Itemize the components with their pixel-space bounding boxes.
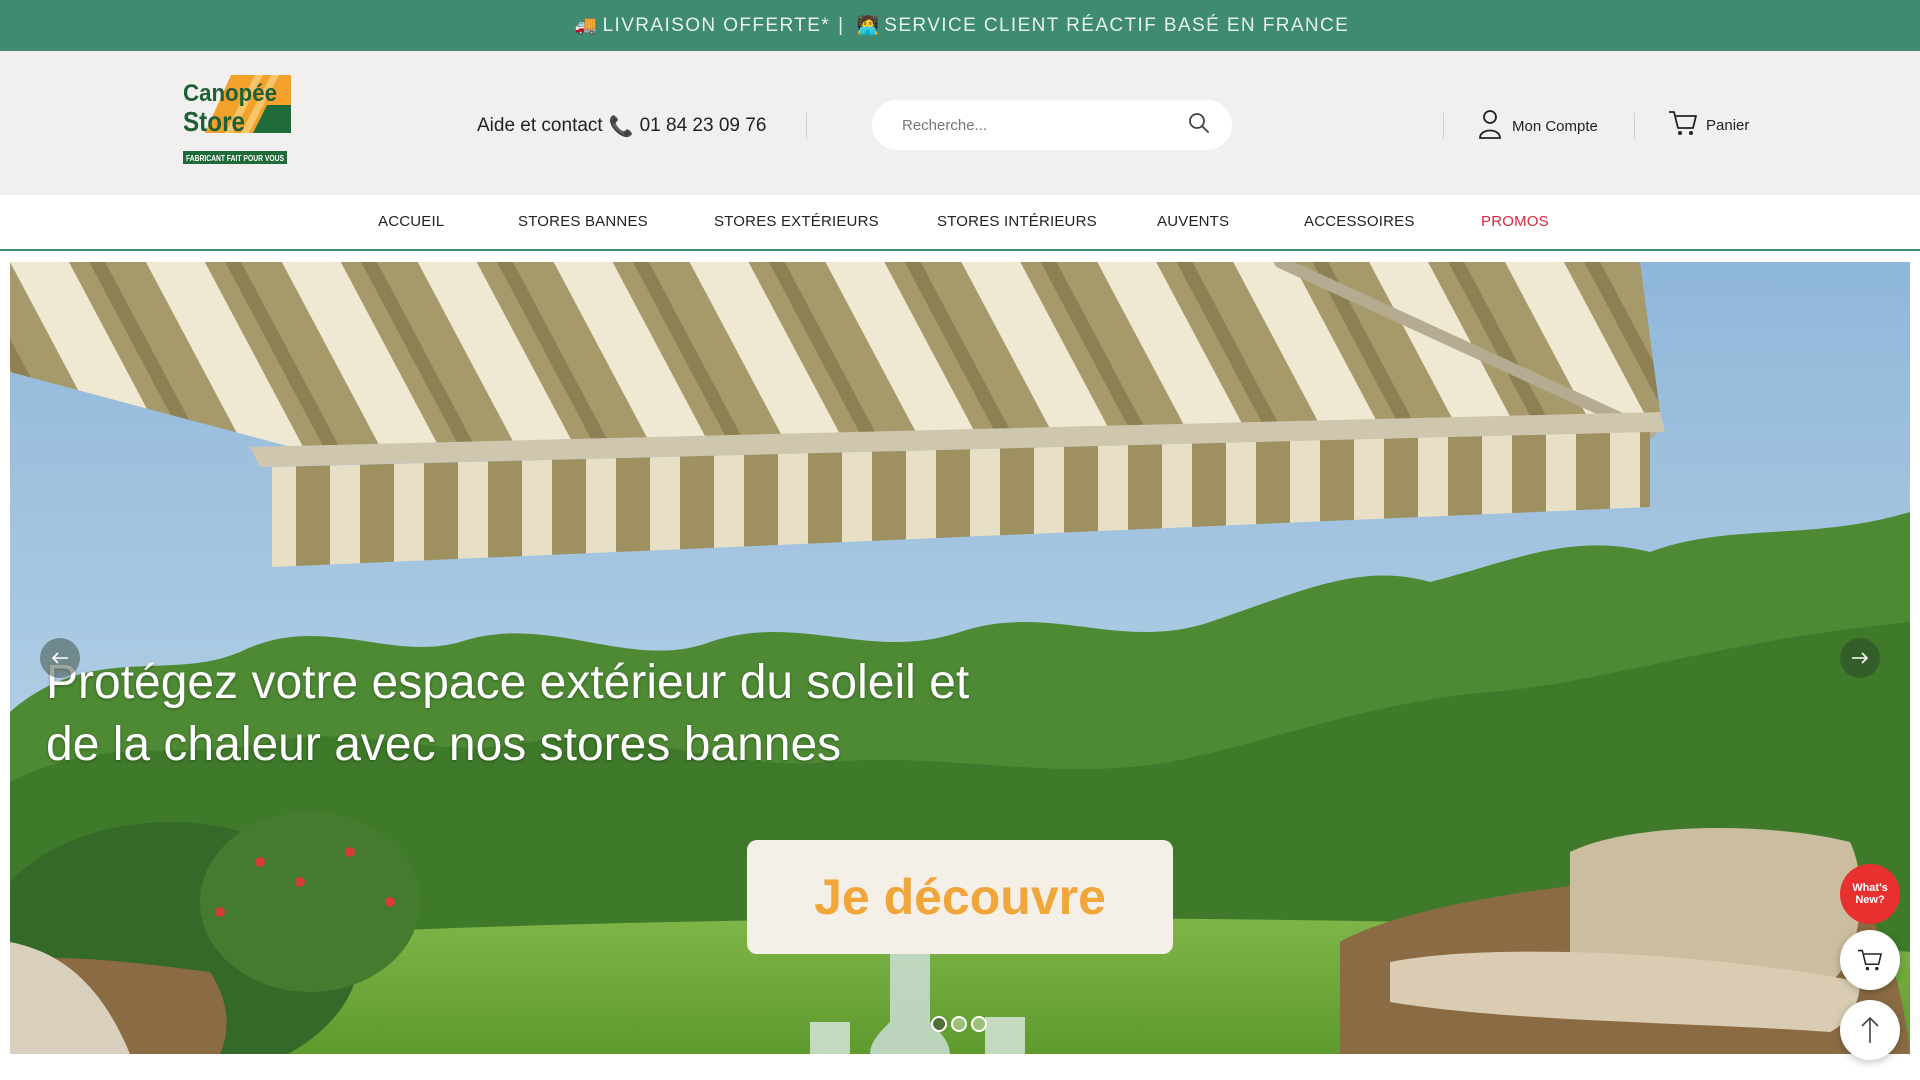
nav-item-accueil[interactable]: ACCUEIL — [378, 213, 444, 230]
slider-dot[interactable] — [931, 1016, 947, 1032]
hero-title-line2: de la chaleur avec nos stores bannes — [46, 718, 842, 771]
search-icon[interactable] — [1188, 112, 1210, 139]
user-icon — [1478, 109, 1512, 143]
cart-label: Panier — [1706, 116, 1750, 134]
search-input[interactable] — [902, 116, 1188, 134]
truck-icon: 🚚 — [574, 15, 599, 35]
help-label: Aide et contact — [477, 115, 603, 136]
logo-graphic: Canopée Store FABRICANT FAIT POUR VOUS — [183, 75, 291, 164]
cart-link[interactable]: Panier — [1668, 109, 1749, 141]
slider-dot[interactable] — [971, 1016, 987, 1032]
slider-prev-button[interactable] — [40, 638, 80, 678]
nav-item-auvents[interactable]: AUVENTS — [1157, 213, 1229, 230]
help-contact[interactable]: Aide et contact 📞 01 84 23 09 76 — [477, 111, 766, 141]
agent-icon: 🧑‍💻 — [856, 15, 881, 35]
shipping-text: LIVRAISON OFFERTE* — [602, 14, 831, 36]
arrow-left-icon — [51, 652, 68, 664]
header-divider — [1443, 113, 1444, 139]
logo-line1: Canopée — [183, 80, 277, 107]
announcement-bar: 🚚 LIVRAISON OFFERTE* | 🧑‍💻 SERVICE CLIEN… — [0, 0, 1920, 51]
floating-cart-button[interactable] — [1840, 930, 1900, 990]
phone-icon: 📞 — [608, 115, 634, 138]
hero-slider: Protégez votre espace extérieur du solei… — [10, 262, 1910, 1054]
service-text: SERVICE CLIENT RÉACTIF BASÉ EN FRANCE — [884, 14, 1350, 36]
slider-next-button[interactable] — [1840, 638, 1880, 678]
discover-button[interactable]: Je découvre — [747, 840, 1173, 954]
hero-title: Protégez votre espace extérieur du solei… — [46, 652, 1046, 776]
header-divider — [1634, 113, 1635, 139]
phone-number[interactable]: 01 84 23 09 76 — [640, 115, 767, 137]
nav-item-stores-bannes[interactable]: STORES BANNES — [518, 213, 648, 230]
arrow-right-icon — [1852, 652, 1869, 664]
whats-new-badge[interactable]: What's New? — [1840, 864, 1900, 924]
header-divider — [806, 113, 807, 139]
slider-dot[interactable] — [951, 1016, 967, 1032]
logo-tagline: FABRICANT FAIT POUR VOUS — [186, 154, 285, 163]
account-link[interactable]: Mon Compte — [1478, 109, 1598, 143]
main-navigation: ACCUEIL STORES BANNES STORES EXTÉRIEURS … — [0, 195, 1920, 251]
site-logo[interactable]: Canopée Store FABRICANT FAIT POUR VOUS — [183, 75, 291, 165]
arrow-up-icon — [1861, 1016, 1879, 1043]
whats-new-line1: What's — [1852, 882, 1888, 894]
hero-title-line1: Protégez votre espace extérieur du solei… — [46, 656, 970, 709]
nav-item-promos[interactable]: PROMOS — [1481, 213, 1549, 230]
cart-icon — [1858, 949, 1882, 971]
nav-item-stores-exterieurs[interactable]: STORES EXTÉRIEURS — [714, 213, 879, 230]
account-label: Mon Compte — [1512, 117, 1598, 135]
slider-pagination — [931, 1016, 987, 1032]
whats-new-line2: New? — [1855, 894, 1885, 906]
cart-icon — [1668, 109, 1706, 141]
announcement-separator: | — [838, 14, 845, 36]
nav-item-stores-interieurs[interactable]: STORES INTÉRIEURS — [937, 213, 1097, 230]
search-box — [872, 100, 1232, 150]
site-header: Canopée Store FABRICANT FAIT POUR VOUS A… — [0, 51, 1920, 195]
scroll-top-button[interactable] — [1840, 1000, 1900, 1060]
nav-item-accessoires[interactable]: ACCESSOIRES — [1304, 213, 1415, 230]
logo-line2: Store — [183, 106, 245, 137]
